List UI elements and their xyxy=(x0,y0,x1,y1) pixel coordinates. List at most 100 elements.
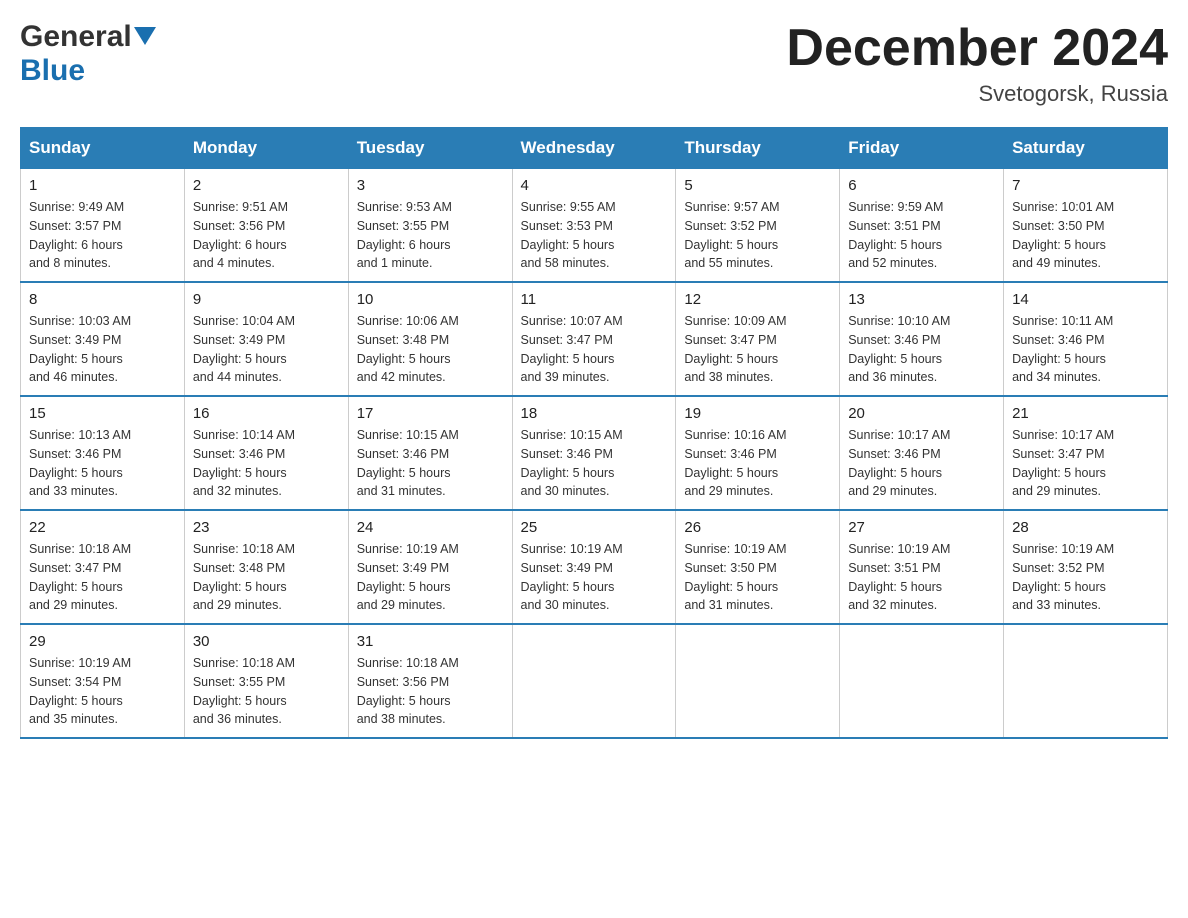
day-of-week-header: Friday xyxy=(840,128,1004,169)
calendar-cell: 14 Sunrise: 10:11 AMSunset: 3:46 PMDaylig… xyxy=(1004,282,1168,396)
calendar-week-row: 22Sunrise: 10:18 AMSunset: 3:47 PMDaylig… xyxy=(21,510,1168,624)
calendar-table: SundayMondayTuesdayWednesdayThursdayFrid… xyxy=(20,127,1168,739)
calendar-cell xyxy=(676,624,840,738)
day-info: Sunrise: 10:13 AMSunset: 3:46 PMDaylight… xyxy=(29,426,176,501)
day-info: Sunrise: 10:17 AMSunset: 3:47 PMDaylight… xyxy=(1012,426,1159,501)
day-number: 21 xyxy=(1012,405,1159,422)
calendar-cell: 1 Sunrise: 9:49 AMSunset: 3:57 PMDaylight… xyxy=(21,169,185,283)
calendar-cell: 28Sunrise: 10:19 AMSunset: 3:52 PMDaylig… xyxy=(1004,510,1168,624)
calendar-cell: 2Sunrise: 9:51 AMSunset: 3:56 PMDaylight… xyxy=(184,169,348,283)
day-number: 6 xyxy=(848,177,995,194)
day-info: Sunrise: 10:18 AMSunset: 3:47 PMDaylight… xyxy=(29,540,176,615)
calendar-cell: 10 Sunrise: 10:06 AMSunset: 3:48 PMDaylig… xyxy=(348,282,512,396)
calendar-cell xyxy=(840,624,1004,738)
day-number: 4 xyxy=(521,177,668,194)
day-of-week-header: Wednesday xyxy=(512,128,676,169)
day-info: Sunrise: 10:03 AMSunset: 3:49 PMDaylight… xyxy=(29,312,176,387)
day-number: 29 xyxy=(29,633,176,650)
day-info: Sunrise: 9:55 AMSunset: 3:53 PMDaylight:… xyxy=(521,198,668,273)
day-info: Sunrise: 10:18 AMSunset: 3:48 PMDaylight… xyxy=(193,540,340,615)
day-info: Sunrise: 10:07 AMSunset: 3:47 PMDaylight… xyxy=(521,312,668,387)
logo: General Blue xyxy=(20,20,156,88)
day-number: 30 xyxy=(193,633,340,650)
day-of-week-header: Monday xyxy=(184,128,348,169)
calendar-week-row: 1 Sunrise: 9:49 AMSunset: 3:57 PMDaylight… xyxy=(21,169,1168,283)
day-number: 20 xyxy=(848,405,995,422)
calendar-title: December 2024 xyxy=(786,20,1168,77)
calendar-cell: 19 Sunrise: 10:16 AMSunset: 3:46 PMDaylig… xyxy=(676,396,840,510)
day-number: 19 xyxy=(684,405,831,422)
day-number: 17 xyxy=(357,405,504,422)
day-info: Sunrise: 10:11 AMSunset: 3:46 PMDaylight… xyxy=(1012,312,1159,387)
calendar-cell: 4 Sunrise: 9:55 AMSunset: 3:53 PMDaylight… xyxy=(512,169,676,283)
day-info: Sunrise: 10:19 AMSunset: 3:49 PMDaylight… xyxy=(357,540,504,615)
day-info: Sunrise: 9:49 AMSunset: 3:57 PMDaylight:… xyxy=(29,198,176,273)
day-number: 8 xyxy=(29,291,176,308)
calendar-cell: 9Sunrise: 10:04 AMSunset: 3:49 PMDayligh… xyxy=(184,282,348,396)
day-info: Sunrise: 10:01 AMSunset: 3:50 PMDaylight… xyxy=(1012,198,1159,273)
calendar-cell: 24 Sunrise: 10:19 AMSunset: 3:49 PMDaylig… xyxy=(348,510,512,624)
calendar-cell: 29 Sunrise: 10:19 AMSunset: 3:54 PMDaylig… xyxy=(21,624,185,738)
day-number: 13 xyxy=(848,291,995,308)
day-info: Sunrise: 10:17 AMSunset: 3:46 PMDaylight… xyxy=(848,426,995,501)
day-info: Sunrise: 10:06 AMSunset: 3:48 PMDaylight… xyxy=(357,312,504,387)
day-number: 23 xyxy=(193,519,340,536)
day-info: Sunrise: 10:18 AMSunset: 3:56 PMDaylight… xyxy=(357,654,504,729)
calendar-cell: 31 Sunrise: 10:18 AMSunset: 3:56 PMDaylig… xyxy=(348,624,512,738)
day-number: 14 xyxy=(1012,291,1159,308)
day-number: 26 xyxy=(684,519,831,536)
calendar-cell: 23 Sunrise: 10:18 AMSunset: 3:48 PMDaylig… xyxy=(184,510,348,624)
day-number: 3 xyxy=(357,177,504,194)
day-info: Sunrise: 9:51 AMSunset: 3:56 PMDaylight:… xyxy=(193,198,340,273)
location-label: Svetogorsk, Russia xyxy=(786,81,1168,107)
logo-triangle-icon xyxy=(134,27,156,45)
day-info: Sunrise: 10:16 AMSunset: 3:46 PMDaylight… xyxy=(684,426,831,501)
calendar-cell: 25 Sunrise: 10:19 AMSunset: 3:49 PMDaylig… xyxy=(512,510,676,624)
day-number: 31 xyxy=(357,633,504,650)
day-number: 9 xyxy=(193,291,340,308)
day-number: 5 xyxy=(684,177,831,194)
day-info: Sunrise: 10:15 AMSunset: 3:46 PMDaylight… xyxy=(521,426,668,501)
day-of-week-header: Saturday xyxy=(1004,128,1168,169)
calendar-cell: 7Sunrise: 10:01 AMSunset: 3:50 PMDayligh… xyxy=(1004,169,1168,283)
day-of-week-header: Sunday xyxy=(21,128,185,169)
day-number: 11 xyxy=(521,291,668,308)
day-info: Sunrise: 10:19 AMSunset: 3:50 PMDaylight… xyxy=(684,540,831,615)
calendar-cell: 5Sunrise: 9:57 AMSunset: 3:52 PMDaylight… xyxy=(676,169,840,283)
day-number: 24 xyxy=(357,519,504,536)
day-of-week-header: Thursday xyxy=(676,128,840,169)
calendar-cell: 27 Sunrise: 10:19 AMSunset: 3:51 PMDaylig… xyxy=(840,510,1004,624)
day-info: Sunrise: 10:19 AMSunset: 3:49 PMDaylight… xyxy=(521,540,668,615)
calendar-cell: 16Sunrise: 10:14 AMSunset: 3:46 PMDaylig… xyxy=(184,396,348,510)
day-info: Sunrise: 10:19 AMSunset: 3:51 PMDaylight… xyxy=(848,540,995,615)
calendar-cell: 15Sunrise: 10:13 AMSunset: 3:46 PMDaylig… xyxy=(21,396,185,510)
day-info: Sunrise: 10:19 AMSunset: 3:54 PMDaylight… xyxy=(29,654,176,729)
title-section: December 2024 Svetogorsk, Russia xyxy=(786,20,1168,107)
day-info: Sunrise: 9:59 AMSunset: 3:51 PMDaylight:… xyxy=(848,198,995,273)
calendar-cell: 18 Sunrise: 10:15 AMSunset: 3:46 PMDaylig… xyxy=(512,396,676,510)
calendar-cell: 6 Sunrise: 9:59 AMSunset: 3:51 PMDaylight… xyxy=(840,169,1004,283)
calendar-week-row: 8 Sunrise: 10:03 AMSunset: 3:49 PMDayligh… xyxy=(21,282,1168,396)
calendar-cell xyxy=(1004,624,1168,738)
calendar-cell: 12Sunrise: 10:09 AMSunset: 3:47 PMDaylig… xyxy=(676,282,840,396)
day-info: Sunrise: 10:10 AMSunset: 3:46 PMDaylight… xyxy=(848,312,995,387)
calendar-week-row: 15Sunrise: 10:13 AMSunset: 3:46 PMDaylig… xyxy=(21,396,1168,510)
calendar-cell: 26 Sunrise: 10:19 AMSunset: 3:50 PMDaylig… xyxy=(676,510,840,624)
logo-general-text: General xyxy=(20,20,132,54)
calendar-week-row: 29 Sunrise: 10:19 AMSunset: 3:54 PMDaylig… xyxy=(21,624,1168,738)
day-of-week-header: Tuesday xyxy=(348,128,512,169)
day-number: 10 xyxy=(357,291,504,308)
calendar-header-row: SundayMondayTuesdayWednesdayThursdayFrid… xyxy=(21,128,1168,169)
calendar-cell: 22Sunrise: 10:18 AMSunset: 3:47 PMDaylig… xyxy=(21,510,185,624)
day-number: 25 xyxy=(521,519,668,536)
day-number: 18 xyxy=(521,405,668,422)
day-info: Sunrise: 9:53 AMSunset: 3:55 PMDaylight:… xyxy=(357,198,504,273)
day-number: 27 xyxy=(848,519,995,536)
day-info: Sunrise: 10:15 AMSunset: 3:46 PMDaylight… xyxy=(357,426,504,501)
calendar-cell xyxy=(512,624,676,738)
day-number: 12 xyxy=(684,291,831,308)
day-number: 1 xyxy=(29,177,176,194)
day-number: 28 xyxy=(1012,519,1159,536)
day-info: Sunrise: 10:18 AMSunset: 3:55 PMDaylight… xyxy=(193,654,340,729)
calendar-cell: 13 Sunrise: 10:10 AMSunset: 3:46 PMDaylig… xyxy=(840,282,1004,396)
